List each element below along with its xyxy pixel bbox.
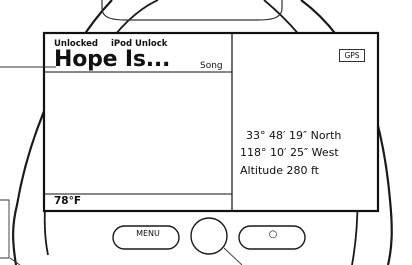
latitude-readout: 33° 48′ 19″ North (246, 129, 342, 142)
song-title: Hope Is... (54, 47, 171, 72)
gps-badge: GPS (339, 49, 365, 62)
song-type-label: Song (200, 61, 223, 71)
menu-button[interactable]: MENU (129, 230, 167, 238)
center-select-button-shape (190, 217, 228, 255)
device-diagram: Unlocked iPod Unlock Hope Is... Song 78°… (0, 0, 412, 265)
callout-line-center (223, 247, 243, 265)
longitude-readout: 118° 10′ 25″ West (240, 146, 339, 159)
altitude-readout: Altitude 280 ft (240, 164, 319, 177)
play-icon[interactable]: ○ (262, 230, 284, 240)
temperature-readout: 78°F (54, 195, 82, 207)
top-speaker-grille (101, 0, 283, 21)
callout-bracket-left (0, 199, 10, 259)
